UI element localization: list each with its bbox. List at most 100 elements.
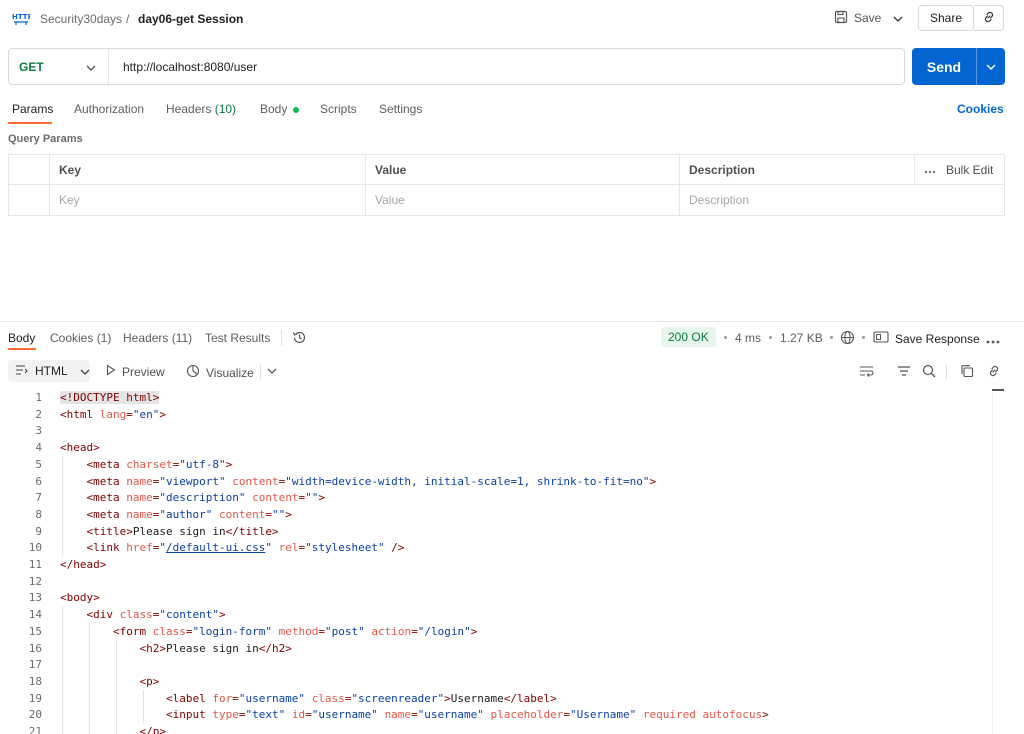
code-line: 2 <html lang="en">: [0, 406, 1000, 423]
code-line: 19 <label for="username" class="screenre…: [0, 690, 1000, 707]
line-number: 12: [28, 574, 42, 588]
breadcrumb-collection[interactable]: Security30days: [40, 12, 122, 26]
bulk-edit-button[interactable]: Bulk Edit: [914, 155, 1004, 185]
globe-icon[interactable]: [840, 330, 855, 348]
pane-divider[interactable]: [0, 321, 1024, 322]
code-line: 17: [0, 656, 1000, 673]
line-number: 8: [35, 507, 42, 521]
line-number: 2: [35, 407, 42, 421]
more-options-icon[interactable]: [986, 334, 1000, 348]
copy-link-button[interactable]: [974, 5, 1004, 31]
description-input[interactable]: Description: [679, 185, 1004, 215]
save-response-button[interactable]: Save Response: [873, 330, 980, 347]
response-size[interactable]: 1.27 KB: [780, 331, 823, 345]
table-row: Key Value Description: [9, 185, 1004, 215]
code-text: <!DOCTYPE html>: [60, 391, 160, 404]
format-select[interactable]: HTML: [8, 360, 90, 382]
request-tabs: Params Authorization Headers (10) Body S…: [0, 96, 1024, 126]
share-button[interactable]: Share: [918, 5, 974, 31]
separator-dot: [724, 336, 727, 339]
bulk-edit-label: Bulk Edit: [946, 163, 994, 177]
value-input[interactable]: Value: [365, 185, 679, 215]
response-tab-body[interactable]: Body: [8, 331, 35, 345]
save-response-icon: [873, 330, 889, 347]
tab-scripts[interactable]: Scripts: [320, 102, 357, 116]
send-button[interactable]: Send: [912, 48, 1005, 85]
line-number: 13: [28, 591, 42, 605]
divider: [946, 364, 947, 380]
preview-button[interactable]: Preview: [106, 364, 165, 379]
send-label: Send: [926, 58, 962, 75]
code-line: 1 <!DOCTYPE html>: [0, 389, 1000, 406]
chevron-down-icon: [80, 364, 90, 378]
request-title[interactable]: day06-get Session: [138, 12, 243, 26]
line-number: 6: [35, 474, 42, 488]
separator-dot: [769, 336, 772, 339]
save-options-button[interactable]: [888, 6, 908, 30]
code-text: <label for="username" class="screenreade…: [165, 691, 557, 705]
url-input[interactable]: [109, 49, 904, 84]
response-body-code[interactable]: 1 <!DOCTYPE html> 2 <html lang="en"> 3 4 <head…: [0, 389, 1010, 734]
line-number: 10: [28, 541, 42, 555]
tab-params[interactable]: Params: [12, 102, 53, 116]
tab-headers-count: (10): [214, 102, 237, 116]
code-text: <p>: [139, 674, 160, 688]
top-header: HTTP Security30days / day06-get Session …: [0, 0, 1024, 38]
tab-settings[interactable]: Settings: [379, 102, 422, 116]
indent-guide: [89, 622, 90, 734]
line-number: 19: [28, 691, 42, 705]
http-request-icon: HTTP: [12, 10, 33, 26]
code-line: 9 <title>Please sign in</title>: [0, 523, 1000, 540]
code-text: <meta charset="utf-8">: [86, 457, 233, 471]
line-number: 18: [28, 674, 42, 688]
response-tab-test-results[interactable]: Test Results: [205, 331, 270, 345]
divider: [260, 364, 261, 380]
chevron-down-icon: [267, 368, 277, 374]
cookies-link[interactable]: Cookies: [957, 102, 1004, 116]
separator-dot: [862, 336, 865, 339]
code-text: <body>: [60, 591, 100, 605]
save-button[interactable]: Save: [830, 6, 886, 30]
line-number: 21: [28, 725, 42, 734]
copy-icon[interactable]: [958, 362, 976, 380]
key-input[interactable]: Key: [49, 185, 365, 215]
visualize-button[interactable]: Visualize: [186, 364, 254, 381]
code-text: <meta name="viewport" content="width=dev…: [86, 474, 657, 488]
indent-guide: [62, 606, 63, 734]
tab-authorization[interactable]: Authorization: [74, 102, 144, 116]
code-text: <meta name="description" content="">: [86, 491, 325, 505]
method-select[interactable]: GET: [9, 49, 109, 84]
history-icon[interactable]: [292, 330, 307, 348]
visualize-options-button[interactable]: [263, 362, 281, 380]
response-time[interactable]: 4 ms: [735, 331, 761, 345]
tab-body[interactable]: Body: [260, 102, 300, 116]
filter-icon[interactable]: [895, 362, 913, 380]
link-icon[interactable]: [985, 362, 1003, 380]
breadcrumb-separator: /: [126, 12, 130, 26]
code-line: 6 <meta name="viewport" content="width=d…: [0, 473, 1000, 490]
line-number: 14: [28, 608, 42, 622]
response-tab-headers[interactable]: Headers (11): [123, 331, 192, 345]
code-text: </p>: [139, 725, 166, 734]
column-header-description: Description: [679, 155, 914, 185]
tab-headers[interactable]: Headers (10): [166, 102, 236, 116]
line-number: 4: [35, 441, 42, 455]
response-tab-cookies[interactable]: Cookies (1): [50, 331, 111, 345]
code-line: 15 <form class="login-form" method="post…: [0, 623, 1000, 640]
line-number: 15: [28, 624, 42, 638]
save-label: Save: [854, 11, 882, 25]
more-options-icon: [924, 163, 936, 177]
code-text: <head>: [60, 441, 100, 455]
code-text: <meta name="author" content="">: [86, 507, 292, 521]
code-line: 5 <meta charset="utf-8">: [0, 456, 1000, 473]
line-number: 17: [28, 658, 42, 672]
vertical-scrollbar[interactable]: [992, 389, 1004, 734]
code-text: </head>: [60, 558, 107, 571]
search-icon[interactable]: [920, 362, 938, 380]
active-tab-indicator: [8, 122, 52, 124]
line-number: 9: [35, 524, 42, 538]
status-badge[interactable]: 200 OK: [661, 327, 716, 347]
tab-body-label: Body: [260, 102, 288, 116]
wrap-text-icon[interactable]: [858, 362, 876, 380]
send-options-button[interactable]: [976, 48, 1005, 85]
